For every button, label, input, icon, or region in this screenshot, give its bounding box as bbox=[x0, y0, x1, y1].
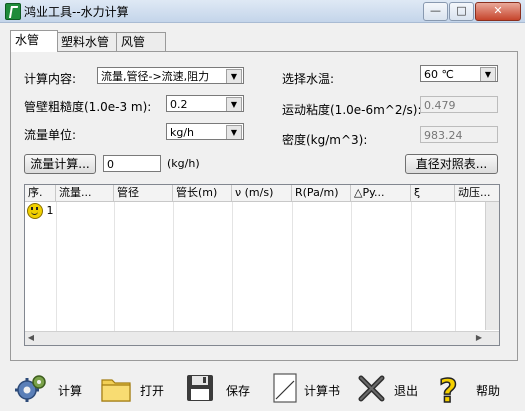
grid-line bbox=[411, 202, 412, 331]
folder-icon bbox=[101, 379, 131, 402]
vertical-scrollbar[interactable] bbox=[485, 202, 499, 330]
calc-button[interactable]: 计算 bbox=[14, 372, 84, 404]
row-index: 1 bbox=[46, 204, 54, 217]
col-header-index[interactable]: 序. bbox=[25, 185, 56, 201]
grid-line bbox=[232, 202, 233, 331]
svg-text:?: ? bbox=[439, 372, 458, 406]
title-bar: 鸿业工具--水力计算 — □ ✕ bbox=[0, 0, 525, 23]
close-button[interactable]: ✕ bbox=[475, 2, 521, 21]
help-button[interactable]: ? 帮助 bbox=[434, 371, 514, 411]
open-button[interactable]: 打开 bbox=[100, 372, 170, 404]
water-temp-label: 选择水温: bbox=[282, 72, 335, 86]
row-index-cell: 1 bbox=[27, 203, 54, 219]
col-header-resistance[interactable]: R(Pa/m) bbox=[292, 185, 351, 201]
viscosity-field: 0.479 bbox=[420, 96, 498, 113]
grid-line bbox=[173, 202, 174, 331]
window-title: 鸿业工具--水力计算 bbox=[24, 5, 129, 19]
scroll-left-icon[interactable]: ◀ bbox=[25, 332, 37, 344]
flow-input[interactable]: 0 bbox=[103, 155, 161, 172]
report-label: 计算书 bbox=[304, 384, 341, 398]
exit-label: 退出 bbox=[394, 384, 419, 398]
tab-plastic-pipe[interactable]: 塑料水管 bbox=[56, 32, 118, 52]
save-label: 保存 bbox=[226, 384, 251, 398]
col-header-length[interactable]: 管长(m) bbox=[173, 185, 232, 201]
diameter-table-button[interactable]: 直径对照表... bbox=[405, 154, 498, 174]
results-grid[interactable]: 序. 流量... 管径 管长(m) ν (m/s) R(Pa/m) △Py...… bbox=[24, 184, 500, 346]
col-header-pressure-drop[interactable]: △Py... bbox=[351, 185, 411, 201]
minimize-button[interactable]: — bbox=[423, 2, 448, 21]
chevron-down-icon: ▼ bbox=[226, 125, 242, 139]
calc-content-value: 流量,管径->流速,阻力 bbox=[101, 70, 210, 83]
grid-line bbox=[114, 202, 115, 331]
chevron-down-icon: ▼ bbox=[226, 69, 242, 83]
roughness-value: 0.2 bbox=[170, 98, 188, 111]
flow-unit-label: 流量单位: bbox=[24, 128, 77, 142]
bottom-toolbar: 计算 打开 保存 计算书 退出 ? 帮助 bbox=[0, 366, 525, 411]
flow-unit-select[interactable]: kg/h ▼ bbox=[166, 123, 244, 140]
calc-label: 计算 bbox=[58, 384, 83, 398]
water-temp-select[interactable]: 60 ℃ ▼ bbox=[420, 65, 498, 82]
grid-header: 序. 流量... 管径 管长(m) ν (m/s) R(Pa/m) △Py...… bbox=[25, 185, 499, 202]
open-label: 打开 bbox=[140, 384, 165, 398]
tab-water-pipe[interactable]: 水管 bbox=[10, 30, 58, 52]
table-row[interactable]: 1 bbox=[25, 202, 499, 219]
exit-button[interactable]: 退出 bbox=[356, 372, 426, 404]
chevron-down-icon: ▼ bbox=[480, 67, 496, 81]
floppy-disk-icon bbox=[187, 375, 213, 401]
app-icon bbox=[5, 3, 21, 20]
roughness-select[interactable]: 0.2 ▼ bbox=[166, 95, 244, 112]
document-icon bbox=[273, 373, 297, 403]
col-header-velocity[interactable]: ν (m/s) bbox=[232, 185, 292, 201]
maximize-button[interactable]: □ bbox=[449, 2, 474, 21]
col-header-dynamic-pressure[interactable]: 动压... bbox=[455, 185, 499, 201]
col-header-flow[interactable]: 流量... bbox=[56, 185, 114, 201]
report-button[interactable]: 计算书 bbox=[270, 372, 350, 404]
grid-line bbox=[56, 202, 57, 331]
col-header-diameter[interactable]: 管径 bbox=[114, 185, 173, 201]
density-label: 密度(kg/m^3): bbox=[282, 133, 368, 147]
density-field: 983.24 bbox=[420, 126, 498, 143]
x-icon bbox=[358, 375, 385, 402]
viscosity-label: 运动粘度(1.0e-6m^2/s): bbox=[282, 103, 422, 117]
grid-line bbox=[351, 202, 352, 331]
tab-air-duct[interactable]: 风管 bbox=[116, 32, 166, 52]
water-temp-value: 60 ℃ bbox=[424, 68, 454, 81]
calc-content-label: 计算内容: bbox=[24, 72, 77, 86]
roughness-label: 管壁粗糙度(1.0e-3 m): bbox=[24, 100, 152, 114]
flow-unit-suffix: (kg/h) bbox=[167, 157, 200, 170]
gears-icon bbox=[15, 375, 46, 402]
question-icon: ? bbox=[438, 371, 458, 411]
save-button[interactable]: 保存 bbox=[184, 372, 254, 404]
scroll-right-icon[interactable]: ▶ bbox=[473, 332, 485, 344]
smiley-icon bbox=[27, 203, 43, 219]
chevron-down-icon: ▼ bbox=[226, 97, 242, 111]
flow-calc-button[interactable]: 流量计算... bbox=[24, 154, 96, 174]
flow-unit-value: kg/h bbox=[170, 126, 195, 139]
calc-content-select[interactable]: 流量,管径->流速,阻力 ▼ bbox=[97, 67, 244, 84]
grid-line bbox=[455, 202, 456, 331]
col-header-xi[interactable]: ξ bbox=[411, 185, 455, 201]
horizontal-scrollbar[interactable]: ◀ ▶ bbox=[25, 331, 499, 345]
help-label: 帮助 bbox=[476, 384, 501, 398]
grid-line bbox=[292, 202, 293, 331]
